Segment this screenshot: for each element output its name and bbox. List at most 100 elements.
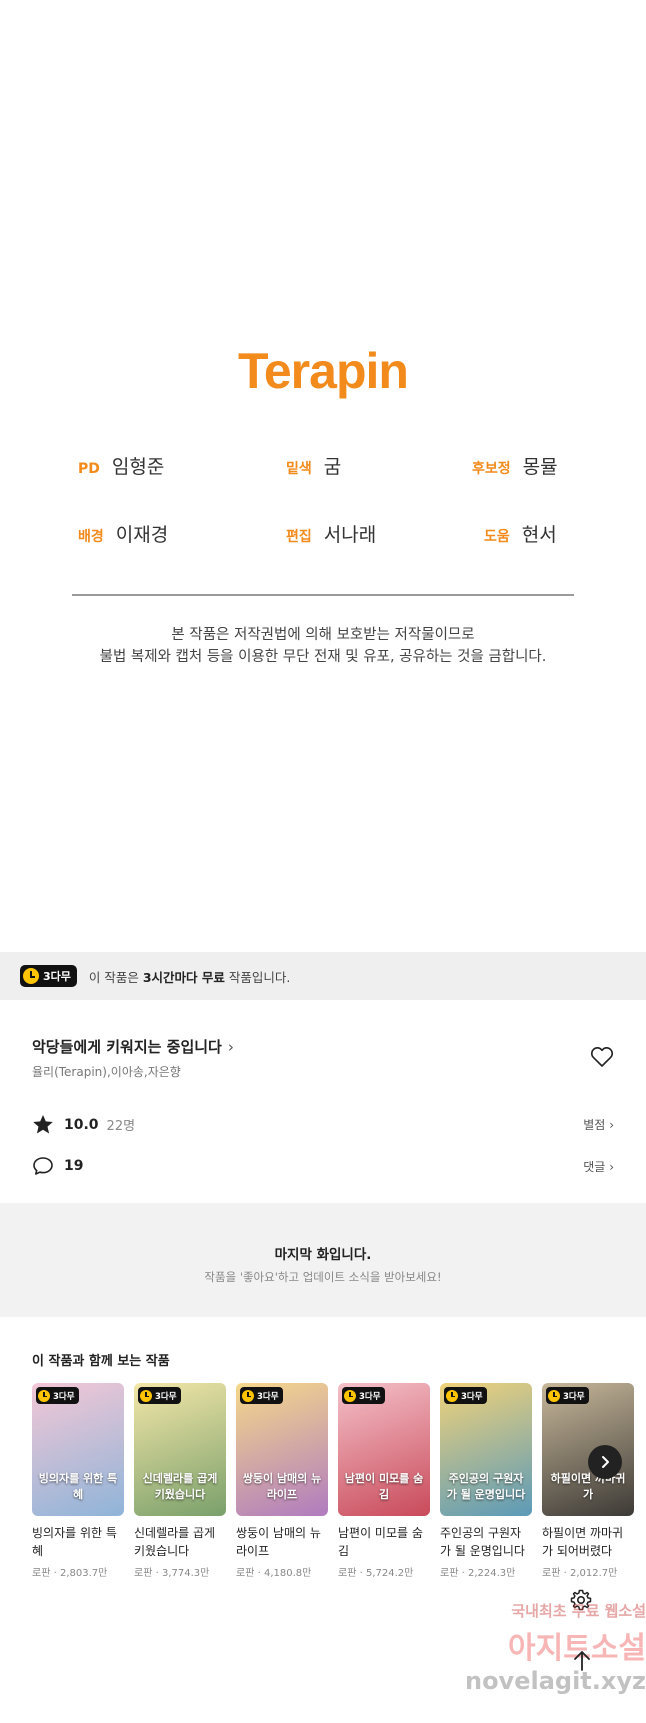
clock-icon <box>38 1389 50 1402</box>
cover-title: 남편이 미모를 숨김 <box>344 1472 424 1501</box>
watermark-line: novelagit.xyz <box>464 1667 646 1695</box>
recommend-section: 이 작품과 함께 보는 작품 3다무 빙의자를 위한 특혜 빙의자를 위한 특혜 로판… <box>0 1317 646 1606</box>
wait-free-badge: 3다무 <box>20 965 77 987</box>
free-info-text: 이 작품은 3시간마다 무료 작품입니다. <box>89 967 290 986</box>
scroll-top-button[interactable] <box>566 1645 598 1677</box>
copyright-notice: 본 작품은 저작권법에 의해 보호받는 저작물이므로 불법 복제와 캡처 등을 … <box>0 624 646 668</box>
cover-thumbnail[interactable]: 3다무빙의자를 위한 특혜 <box>32 1383 124 1516</box>
recommend-card[interactable]: 3다무 빙의자를 위한 특혜 빙의자를 위한 특혜 로판 · 2,803.7만 <box>32 1383 124 1579</box>
recommend-views: 2,012.7만 <box>569 1568 618 1579</box>
recommend-card[interactable]: 3다무쌍둥이 남매의 뉴 라이프쌍둥이 남매의 뉴라이프로판 · 4,180.8… <box>236 1383 328 1579</box>
credit-role: 도움 <box>484 529 510 545</box>
credit-role: 밑색 <box>286 461 312 477</box>
recommend-genre: 로판 <box>134 1568 153 1579</box>
rate-button[interactable]: 별점 › <box>583 1116 614 1133</box>
clock-icon <box>344 1389 356 1402</box>
recommend-title: 주인공의 구원자가 될 운명입니다 <box>440 1526 525 1558</box>
settings-button[interactable] <box>563 1582 599 1618</box>
cover-thumbnail[interactable]: 3다무남편이 미모를 숨김 <box>338 1383 430 1516</box>
credit-name: 이재경 <box>115 524 169 546</box>
recommend-card[interactable]: 3다무 하필이면 까마귀가 하필이면 까마귀가 되어버렸다 로판 · 2,012.7만 <box>542 1383 634 1579</box>
cover-thumbnail[interactable]: 3다무 신데렐라를 곱게 키웠습니다 <box>134 1383 226 1516</box>
cover-title: 주인공의 구원자가 될 운명입니다 <box>446 1472 526 1501</box>
chevron-right-icon: › <box>227 1037 234 1056</box>
badge-label: 3다무 <box>155 1391 177 1402</box>
recommend-genre: 로판 <box>440 1568 459 1579</box>
badge-label: 3다무 <box>461 1391 483 1402</box>
cover-title: 쌍둥이 남매의 뉴 라이프 <box>242 1472 322 1501</box>
clock-icon <box>446 1389 458 1402</box>
recommend-meta: 로판 · 5,724.2만 <box>338 1568 414 1579</box>
cover-title: 빙의자를 위한 특혜 <box>38 1472 118 1501</box>
credit-role: PD <box>78 461 100 477</box>
free-text-bold: 3시간마다 무료 <box>142 969 225 985</box>
credits-divider <box>72 594 574 596</box>
credit-name: 현서 <box>521 524 557 546</box>
credit-assist: 도움 현서 <box>484 520 557 547</box>
free-info-bar: 3다무 이 작품은 3시간마다 무료 작품입니다. <box>0 952 646 1000</box>
recommend-list: 3다무 빙의자를 위한 특혜 빙의자를 위한 특혜 로판 · 2,803.7만 3다무 신… <box>32 1383 644 1579</box>
free-text-suffix: 작품입니다. <box>224 969 291 985</box>
rating-value: 10.0 <box>64 1116 99 1133</box>
work-info-section: 악당들에게 키워지는 중입니다 › 율리(Terapin),이아송,자은향 10… <box>0 1000 646 1203</box>
wait-free-badge: 3다무 <box>342 1387 385 1404</box>
recommend-views: 5,724.2만 <box>365 1568 414 1579</box>
recommend-meta: 로판 · 2,224.3만 <box>440 1568 516 1579</box>
clock-icon <box>242 1389 254 1402</box>
recommend-meta: 로판 · 2,012.7만 <box>542 1568 618 1579</box>
last-episode-subtitle: 작품을 '좋아요'하고 업데이트 소식을 받아보세요! <box>204 1270 442 1284</box>
last-episode-title: 마지막 화입니다. <box>274 1247 372 1263</box>
recommend-genre: 로판 <box>32 1568 51 1579</box>
comment-icon <box>33 1157 53 1175</box>
site-watermark: 국내최초 무료 웹소설 아지트소설 novelagit.xyz <box>440 1600 646 1695</box>
badge-label: 3다무 <box>53 1391 75 1402</box>
wait-free-badge: 3다무 <box>36 1387 79 1404</box>
recommend-card[interactable]: 3다무 주인공의 구원자가 될 운명입니다 주인공의 구원자가 될 운명입니다 로판 … <box>440 1383 532 1579</box>
heart-icon[interactable] <box>590 1046 614 1068</box>
recommend-meta: 로판 · 2,803.7만 <box>32 1568 108 1579</box>
work-title-link[interactable]: 악당들에게 키워지는 중입니다 › <box>32 1036 234 1057</box>
wait-free-badge: 3다무 <box>546 1387 589 1404</box>
credit-name: 임형준 <box>111 456 165 478</box>
recommend-genre: 로판 <box>338 1568 357 1579</box>
credit-post-correction: 후보정 몽뮬 <box>472 452 558 479</box>
badge-label: 3다무 <box>563 1391 585 1402</box>
gear-icon <box>570 1589 592 1611</box>
credits-section: Terapin PD 임형준 밑색 굼 후보정 몽뮬 배경 이재경 편집 서나래… <box>0 0 646 952</box>
recommend-title: 남편이 미모를 숨김 <box>338 1526 423 1558</box>
comment-row: 19 <box>32 1156 83 1176</box>
recommend-title: 신데렐라를 곱게 키웠습니다 <box>134 1526 216 1558</box>
recommend-title: 빙의자를 위한 특혜 <box>32 1526 117 1558</box>
next-button[interactable] <box>588 1445 622 1479</box>
rate-label: 별점 <box>583 1118 606 1132</box>
recommend-card[interactable]: 3다무 신데렐라를 곱게 키웠습니다신데렐라를 곱게 키웠습니다로판 · 3,77… <box>134 1383 226 1579</box>
recommend-views: 2,224.3만 <box>467 1568 516 1579</box>
comment-label: 댓글 <box>583 1160 606 1174</box>
credit-base-color: 밑색 굼 <box>286 452 341 479</box>
cover-title: 하필이면 까마귀가 <box>550 1472 626 1501</box>
clock-icon <box>23 968 39 984</box>
recommend-meta: 로판 · 3,774.3만 <box>134 1568 210 1579</box>
last-episode-section: 마지막 화입니다. 작품을 '좋아요'하고 업데이트 소식을 받아보세요! <box>0 1203 646 1317</box>
notice-line: 본 작품은 저작권법에 의해 보호받는 저작물이므로 <box>171 627 475 643</box>
watermark-line: 아지트소설 <box>508 1631 646 1666</box>
recommend-meta: 로판 · 4,180.8만 <box>236 1568 312 1579</box>
work-title: 악당들에게 키워지는 중입니다 <box>32 1038 222 1056</box>
cover-thumbnail[interactable]: 3다무하필이면 까마귀가 <box>542 1383 634 1516</box>
credit-name: 굼 <box>323 456 342 478</box>
wait-free-badge: 3다무 <box>444 1387 487 1404</box>
arrow-up-icon <box>574 1651 590 1671</box>
recommend-title: 쌍둥이 남매의 뉴라이프 <box>236 1526 321 1558</box>
credit-pd: PD 임형준 <box>78 452 164 479</box>
recommend-card[interactable]: 3다무 남편이 미모를 숨김 남편이 미모를 숨김 로판 · 5,724.2만 <box>338 1383 430 1579</box>
recommend-views: 4,180.8만 <box>263 1568 312 1579</box>
cover-thumbnail[interactable]: 3다무주인공의 구원자가 될 운명입니다 <box>440 1383 532 1516</box>
recommend-genre: 로판 <box>542 1568 561 1579</box>
wait-free-badge: 3다무 <box>138 1387 181 1404</box>
terapin-logo: Terapin <box>238 343 409 399</box>
badge-label: 3다무 <box>257 1391 279 1402</box>
star-icon <box>33 1115 53 1134</box>
cover-thumbnail[interactable]: 3다무쌍둥이 남매의 뉴 라이프 <box>236 1383 328 1516</box>
recommend-heading: 이 작품과 함께 보는 작품 <box>32 1354 170 1369</box>
comment-button[interactable]: 댓글 › <box>583 1158 614 1175</box>
